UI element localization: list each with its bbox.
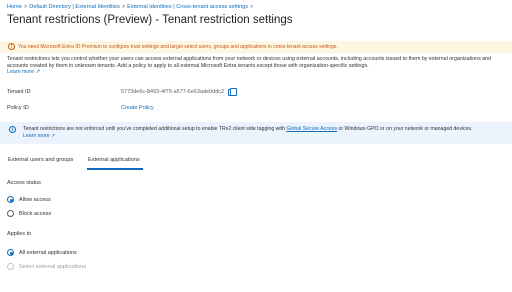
external-link-icon: ↗ (50, 133, 56, 139)
breadcrumb-separator: > (250, 4, 254, 10)
create-policy-link[interactable]: Create Policy (121, 105, 154, 111)
allow-access-label[interactable]: Allow access (19, 197, 51, 203)
global-secure-access-link[interactable]: Global Secure Access (286, 126, 337, 132)
policy-id-label: Policy ID (7, 105, 29, 111)
breadcrumb-cross-tenant[interactable]: External Identities | Cross-tenant acces… (127, 4, 248, 10)
info-text-part: or Windows GPO or on your network or man… (337, 126, 473, 132)
select-external-applications-label[interactable]: Select external applications (19, 264, 86, 270)
all-external-applications-radio[interactable] (7, 249, 14, 256)
block-access-radio[interactable] (7, 210, 14, 217)
block-access-label[interactable]: Block access (19, 211, 51, 217)
breadcrumb: Home > Default Directory | External Identi… (7, 4, 255, 10)
access-status-label: Access status (7, 180, 41, 186)
all-external-applications-label[interactable]: All external applications (19, 250, 77, 256)
info-text-part: Tenant restrictions are not enforced unt… (23, 126, 287, 132)
more-options-button[interactable]: ··· (266, 14, 277, 24)
breadcrumb-home[interactable]: Home (7, 4, 22, 10)
external-link-icon: ↗ (35, 69, 41, 76)
info-learn-more-link[interactable]: Learn more ↗ (23, 133, 55, 139)
breadcrumb-separator: > (121, 4, 126, 10)
enforcement-info-text: Tenant restrictions are not enforced unt… (23, 126, 503, 140)
active-tab-indicator (87, 168, 143, 170)
copy-icon[interactable] (228, 88, 238, 96)
page-title: Tenant restrictions (Preview) - Tenant r… (7, 14, 293, 26)
breadcrumb-separator: > (23, 4, 28, 10)
description-learn-more-link[interactable]: Learn more ↗ (7, 69, 40, 75)
description-text: Tenant restrictions lets you control whe… (7, 56, 492, 69)
tab-external-applications[interactable]: External applications (88, 157, 140, 163)
applies-to-label: Applies to (7, 231, 32, 237)
premium-warning-text[interactable]: You need Microsoft Entra ID Premium to c… (18, 44, 338, 50)
breadcrumb-default-directory[interactable]: Default Directory | External Identities (29, 4, 120, 10)
warning-icon: ! (8, 43, 15, 50)
allow-access-radio[interactable] (7, 196, 14, 203)
info-icon: i (9, 126, 16, 133)
tab-external-users-and-groups[interactable]: External users and groups (8, 157, 73, 163)
tenant-restrictions-description: Tenant restrictions lets you control whe… (7, 56, 512, 76)
tenant-id-value: 5773de6c-8493-4f75-a577-6e63ade0ddc2 (121, 89, 225, 95)
select-external-applications-radio[interactable] (7, 263, 14, 270)
tenant-id-label: Tenant ID (7, 89, 31, 95)
